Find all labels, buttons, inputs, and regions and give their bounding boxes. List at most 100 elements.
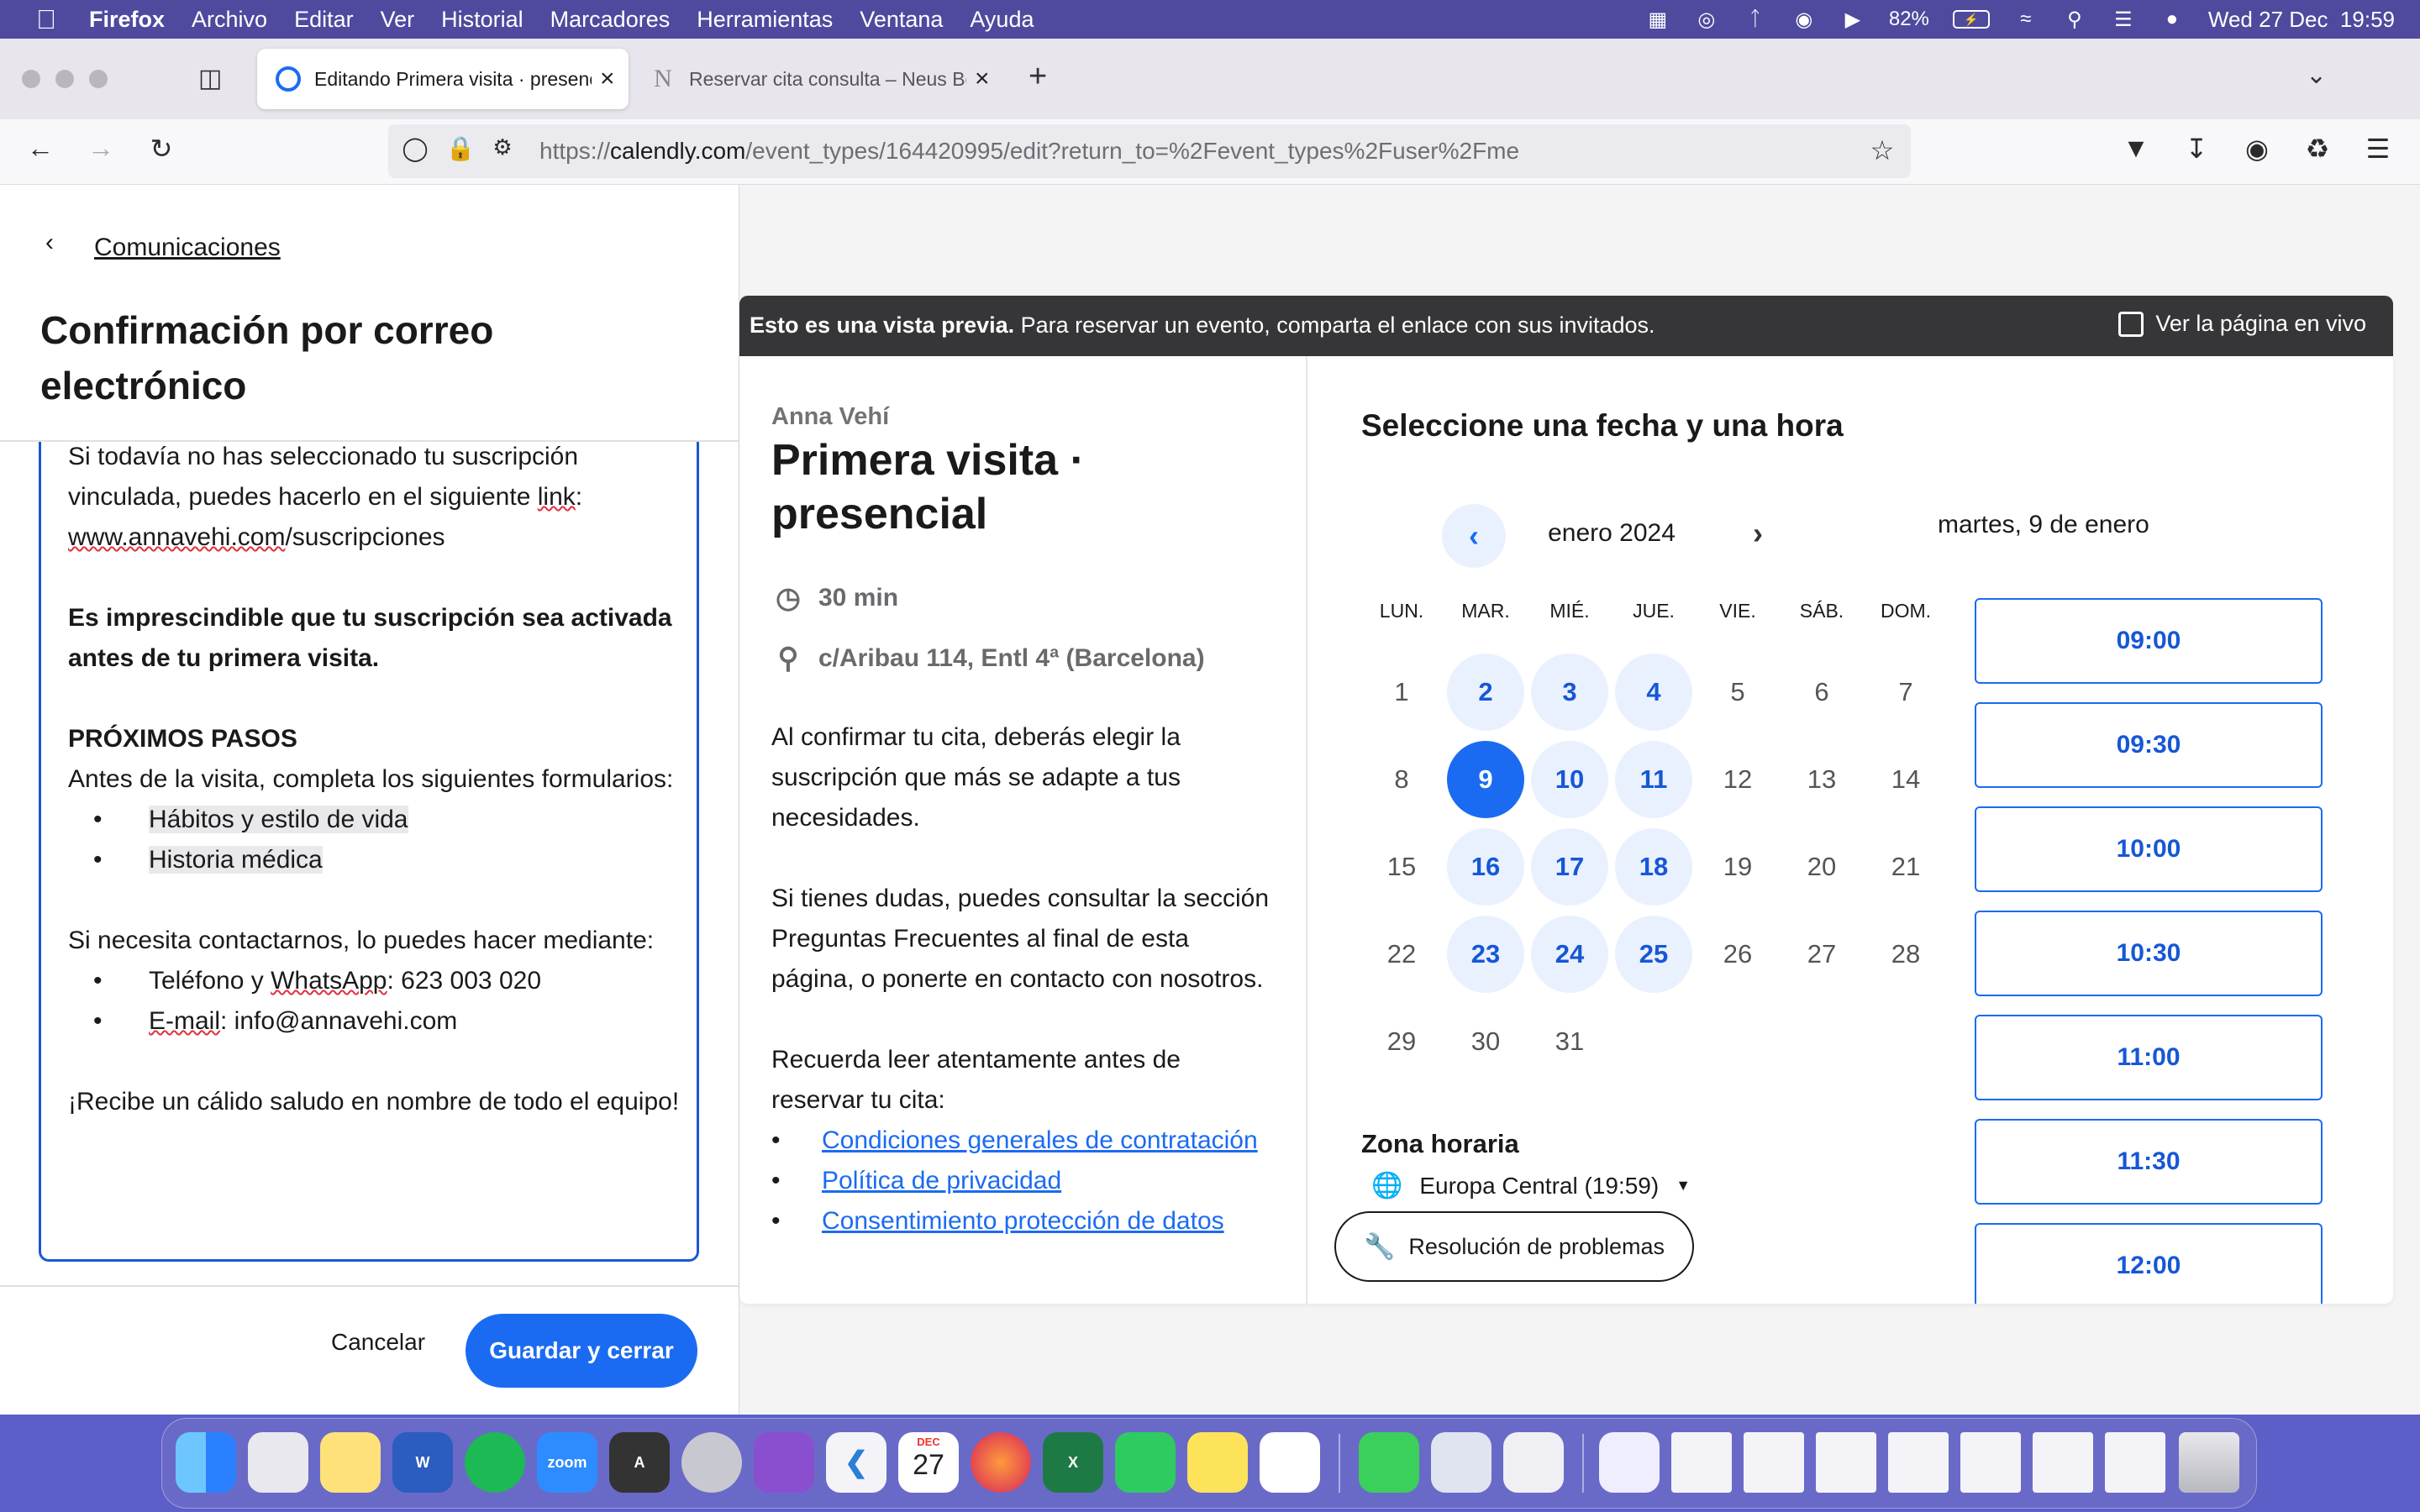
time-slot-button[interactable]: 10:30: [1975, 911, 2323, 996]
calendar-day-available[interactable]: 16: [1447, 828, 1524, 906]
notes-icon[interactable]: [320, 1432, 381, 1493]
apogee-icon[interactable]: A: [609, 1432, 670, 1493]
excel-icon[interactable]: X: [1043, 1432, 1103, 1493]
control-center-icon[interactable]: ☰: [2111, 8, 2136, 31]
tab-close-icon[interactable]: ×: [600, 65, 615, 93]
window-thumbnail-icon[interactable]: [1960, 1432, 2021, 1493]
timezone-select[interactable]: 🌐 Europa Central (19:59) ▼: [1371, 1171, 1691, 1200]
calendar-day-selected[interactable]: 9: [1447, 741, 1524, 818]
window-zoom-button[interactable]: [89, 70, 108, 88]
stage-manager-icon[interactable]: ▦: [1645, 8, 1670, 31]
menu-ventana[interactable]: Ventana: [860, 7, 943, 33]
bookmark-star-icon[interactable]: ☆: [1864, 134, 1901, 166]
time-slot-button[interactable]: 09:30: [1975, 702, 2323, 788]
permissions-icon[interactable]: ⚙: [484, 134, 521, 160]
vscode-icon[interactable]: ❮: [826, 1432, 886, 1493]
forward-arrow-icon[interactable]: →: [82, 133, 119, 164]
reload-icon[interactable]: ↻: [143, 133, 180, 165]
email-body-editor[interactable]: Si todavía no has seleccionado tu suscri…: [39, 442, 699, 1262]
calendar-day-available[interactable]: 25: [1615, 916, 1692, 993]
extensions-icon[interactable]: ♻: [2299, 133, 2336, 165]
previous-month-chevron-icon[interactable]: ‹: [1442, 504, 1506, 568]
launchpad-icon[interactable]: [248, 1432, 308, 1493]
time-slot-button[interactable]: 11:00: [1975, 1015, 2323, 1100]
tracking-protection-shield-icon[interactable]: ◯: [397, 134, 434, 162]
facetime-icon[interactable]: [1359, 1432, 1419, 1493]
window-thumbnail-icon[interactable]: [2033, 1432, 2093, 1493]
spotlight-search-icon[interactable]: ⚲: [2062, 8, 2087, 31]
data-protection-link[interactable]: Consentimiento protección de datos: [822, 1207, 1224, 1235]
calendar-day-available[interactable]: 11: [1615, 741, 1692, 818]
spotify-icon[interactable]: [465, 1432, 525, 1493]
lock-icon[interactable]: 🔒: [442, 134, 479, 162]
siri-icon[interactable]: ●: [2160, 8, 2185, 30]
wifi-icon[interactable]: ≈: [2013, 8, 2039, 30]
airdrop-icon[interactable]: ◎: [1694, 8, 1719, 31]
word-icon[interactable]: W: [392, 1432, 453, 1493]
tab-close-icon[interactable]: ×: [975, 65, 990, 93]
troubleshoot-button[interactable]: 🔧 Resolución de problemas: [1334, 1211, 1694, 1282]
window-thumbnail-icon[interactable]: [2105, 1432, 2165, 1493]
menu-clock[interactable]: Wed 27 Dec 19:59: [2208, 7, 2395, 33]
firefox-icon[interactable]: [971, 1432, 1031, 1493]
list-all-tabs-chevron-icon[interactable]: ⌄: [2306, 60, 2327, 90]
subscription-link[interactable]: link: [538, 483, 576, 511]
time-slot-button[interactable]: 11:30: [1975, 1119, 2323, 1205]
calendar-day-available[interactable]: 23: [1447, 916, 1524, 993]
menu-marcadores[interactable]: Marcadores: [550, 7, 671, 33]
back-chevron-icon[interactable]: ‹: [45, 228, 54, 257]
menu-historial[interactable]: Historial: [441, 7, 523, 33]
time-slot-button[interactable]: 09:00: [1975, 598, 2323, 684]
terms-link[interactable]: Condiciones generales de contratación: [822, 1126, 1258, 1154]
tab-overview-icon[interactable]: ◫: [198, 64, 222, 93]
menu-app-name[interactable]: Firefox: [89, 7, 165, 33]
window-close-button[interactable]: [22, 70, 40, 88]
reminders-icon[interactable]: [1260, 1432, 1320, 1493]
next-month-chevron-icon[interactable]: ›: [1753, 516, 1763, 551]
calendar-day-available[interactable]: 17: [1531, 828, 1608, 906]
window-thumbnail-icon[interactable]: [1816, 1432, 1876, 1493]
back-arrow-icon[interactable]: ←: [22, 133, 59, 164]
time-slot-button[interactable]: 10:00: [1975, 806, 2323, 892]
calendar-day-available[interactable]: 3: [1531, 654, 1608, 731]
github-desktop-icon[interactable]: [754, 1432, 814, 1493]
menu-ayuda[interactable]: Ayuda: [970, 7, 1034, 33]
website-link[interactable]: www.annavehi.com: [68, 523, 285, 551]
trash-icon[interactable]: [2179, 1432, 2239, 1493]
downloads-icon[interactable]: ↧: [2178, 133, 2215, 165]
back-link-communications[interactable]: Comunicaciones: [94, 234, 281, 262]
finder-icon[interactable]: [176, 1432, 236, 1493]
calendar-day-available[interactable]: 18: [1615, 828, 1692, 906]
calendar-day-available[interactable]: 4: [1615, 654, 1692, 731]
stickies-icon[interactable]: [1187, 1432, 1248, 1493]
address-bar[interactable]: ◯ 🔒 ⚙ https://calendly.com/event_types/1…: [388, 124, 1911, 178]
window-thumbnail-icon[interactable]: [1888, 1432, 1949, 1493]
window-minimize-button[interactable]: [55, 70, 74, 88]
bluetooth-icon[interactable]: ᛏ: [1743, 8, 1768, 30]
document-thumbnail-icon[interactable]: [1599, 1432, 1660, 1493]
calendar-icon[interactable]: DEC 27: [898, 1432, 959, 1493]
privacy-policy-link[interactable]: Política de privacidad: [822, 1167, 1061, 1194]
disk-utility-icon[interactable]: [681, 1432, 742, 1493]
account-icon[interactable]: ◉: [2238, 133, 2275, 165]
window-thumbnail-icon[interactable]: [1744, 1432, 1804, 1493]
tab-editing-event[interactable]: Editando Primera visita · presencial ×: [257, 49, 629, 109]
calendar-day-available[interactable]: 2: [1447, 654, 1524, 731]
tab-booking-page[interactable]: N Reservar cita consulta – Neus Bellavis…: [632, 49, 1003, 109]
whatsapp-icon[interactable]: [1115, 1432, 1176, 1493]
calendar-day-available[interactable]: 24: [1531, 916, 1608, 993]
save-and-close-button[interactable]: Guardar y cerrar: [466, 1314, 697, 1388]
menu-archivo[interactable]: Archivo: [192, 7, 267, 33]
menu-herramientas[interactable]: Herramientas: [697, 7, 833, 33]
preview-icon[interactable]: [1431, 1432, 1491, 1493]
play-icon[interactable]: ▶: [1840, 8, 1865, 31]
textedit-icon[interactable]: [1503, 1432, 1564, 1493]
window-thumbnail-icon[interactable]: [1671, 1432, 1732, 1493]
time-slot-button[interactable]: 12:00: [1975, 1223, 2323, 1304]
cancel-button[interactable]: Cancelar: [311, 1312, 445, 1373]
menu-editar[interactable]: Editar: [294, 7, 354, 33]
apple-menu-icon[interactable]: : [24, 4, 69, 35]
menu-ver[interactable]: Ver: [381, 7, 415, 33]
user-icon[interactable]: ◉: [1791, 8, 1817, 31]
view-live-page-link[interactable]: Ver la página en vivo: [2118, 311, 2366, 337]
